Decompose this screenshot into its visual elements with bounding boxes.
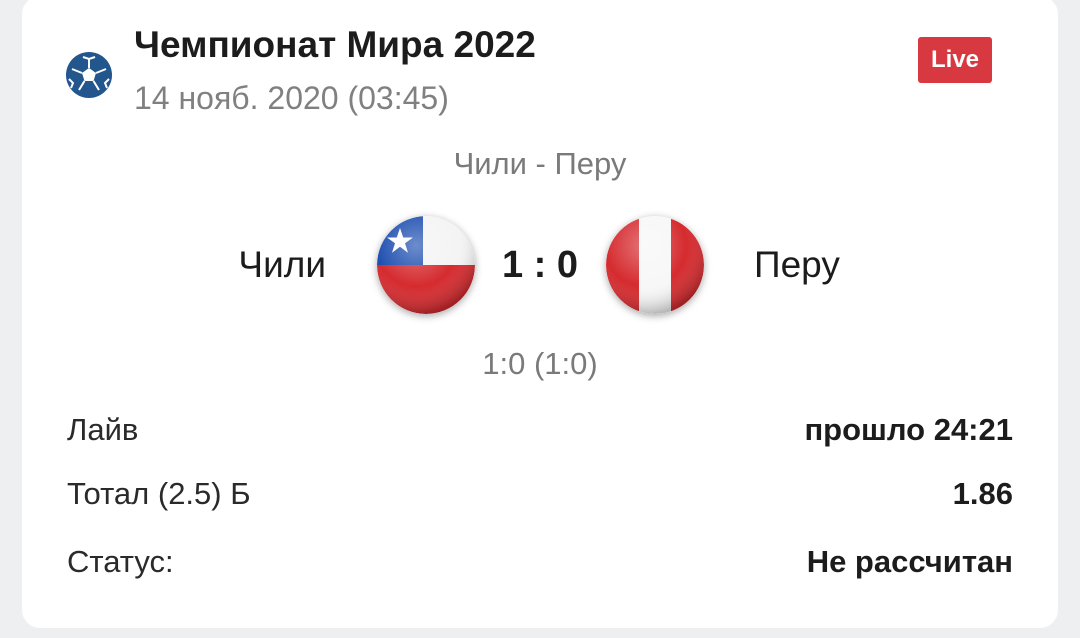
- bet-card[interactable]: Чемпионат Мира 2022 14 нояб. 2020 (03:45…: [22, 0, 1058, 628]
- away-team-name: Перу: [754, 244, 840, 285]
- league-title: Чемпионат Мира 2022: [134, 24, 536, 65]
- detail-row-live: Лайв прошло 24:21: [67, 412, 1013, 452]
- detail-value: 1.86: [952, 476, 1013, 511]
- detail-label: Лайв: [67, 412, 139, 447]
- peru-flag-icon: [606, 216, 704, 314]
- detail-value: Не рассчитан: [806, 544, 1013, 579]
- event-date: 14 нояб. 2020 (03:45): [134, 80, 449, 116]
- detail-row-total: Тотал (2.5) Б 1.86: [67, 476, 1013, 516]
- live-badge: Live: [918, 37, 992, 83]
- detail-value: прошло 24:21: [804, 412, 1013, 447]
- detail-label: Тотал (2.5) Б: [67, 476, 251, 511]
- detail-row-status: Статус: Не рассчитан: [67, 544, 1013, 584]
- detail-label: Статус:: [67, 544, 174, 579]
- soccer-ball-icon: [66, 52, 112, 98]
- match-score: 1 : 0: [501, 244, 579, 286]
- match-name: Чили - Перу: [453, 146, 627, 181]
- period-score: 1:0 (1:0): [482, 346, 598, 381]
